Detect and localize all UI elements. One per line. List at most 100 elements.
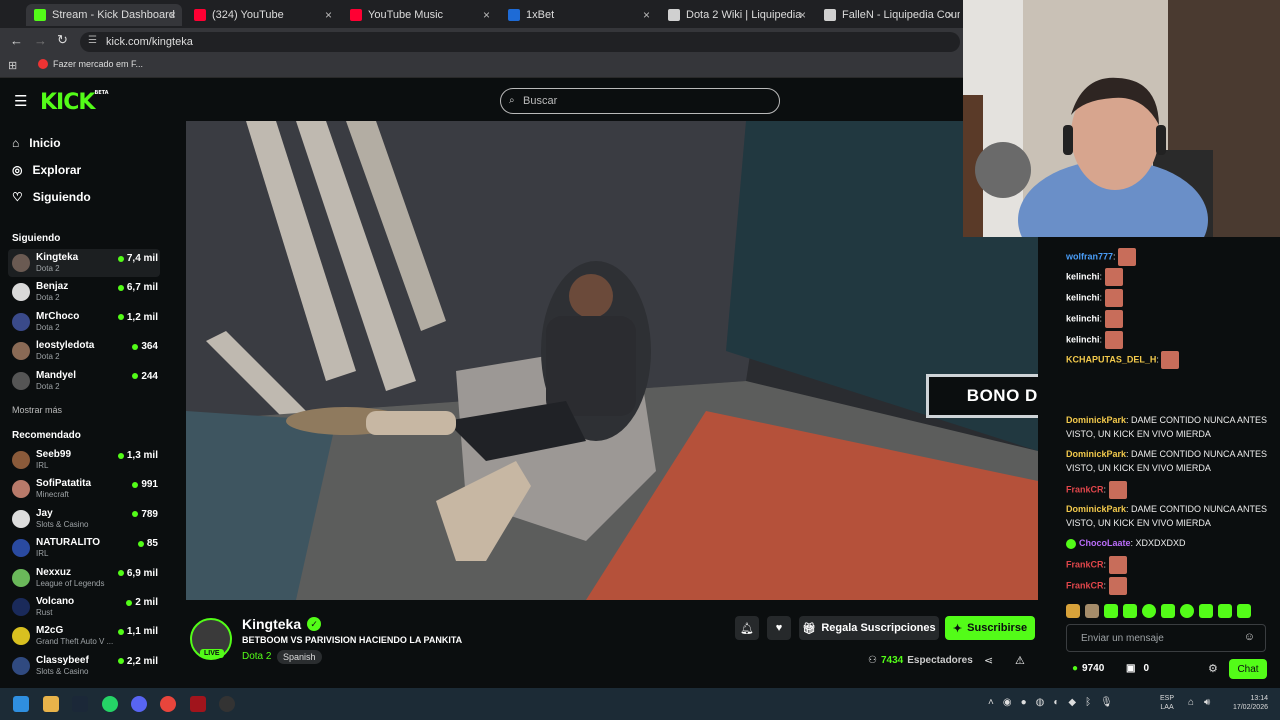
chat-username[interactable]: kelinchi bbox=[1066, 334, 1100, 344]
emote-icon[interactable] bbox=[1237, 604, 1251, 618]
close-tab-icon[interactable]: × bbox=[643, 8, 650, 22]
sidebar-channel-item[interactable]: leostyledota Dota 2 364 bbox=[8, 337, 160, 365]
steam-icon[interactable] bbox=[72, 696, 88, 712]
chat-username[interactable]: ChocoLaate bbox=[1079, 538, 1131, 548]
site-info-icon[interactable]: ☰ bbox=[88, 35, 97, 46]
sidebar-channel-item[interactable]: Mandyel Dota 2 244 bbox=[8, 367, 160, 395]
mic-icon[interactable]: 🎙︎ bbox=[1100, 697, 1113, 708]
chat-send-button[interactable]: Chat bbox=[1229, 659, 1267, 679]
chat-username[interactable]: kelinchi bbox=[1066, 271, 1100, 281]
gift-subs-button[interactable]: 🎁︎ Regala Suscripciones bbox=[799, 616, 939, 640]
clock[interactable]: 13:14 17/02/2026 bbox=[1218, 694, 1268, 712]
emoji-icon[interactable]: ☺ bbox=[1244, 631, 1255, 643]
menu-icon[interactable]: ☰ bbox=[14, 92, 27, 110]
bell-icon[interactable]: 🔔︎ bbox=[735, 616, 759, 640]
share-icon[interactable]: ⋖ bbox=[984, 654, 993, 667]
apps-grid-icon[interactable]: ⊞ bbox=[8, 59, 17, 72]
chat-input[interactable]: Enviar un mensaje ☺ bbox=[1066, 624, 1266, 652]
browser-tab[interactable]: FalleN - Liquipedia Counter-Str× bbox=[816, 4, 960, 26]
close-tab-icon[interactable]: × bbox=[483, 8, 490, 22]
viewer-number: 1,1 mil bbox=[126, 626, 158, 638]
dota2-icon[interactable] bbox=[190, 696, 206, 712]
chat-username[interactable]: KCHAPUTAS_DEL_H bbox=[1066, 354, 1156, 364]
sidebar-channel-item[interactable]: Nexxuz League of Legends 6,9 mil bbox=[8, 564, 160, 592]
browser-tab[interactable]: Stream - Kick Dashboard × bbox=[26, 4, 182, 26]
nav-home[interactable]: ⌂ Inicio bbox=[12, 136, 61, 150]
sidebar-channel-item[interactable]: NATURALITO IRL 85 bbox=[8, 534, 160, 562]
close-tab-icon[interactable]: × bbox=[799, 8, 806, 22]
chat-message: kelinchi: bbox=[1066, 331, 1270, 349]
obs-icon[interactable] bbox=[219, 696, 235, 712]
chat-username[interactable]: DominickPark bbox=[1066, 504, 1126, 514]
browser-tab[interactable]: Dota 2 Wiki | Liquipedia × bbox=[660, 4, 812, 26]
sidebar-channel-item[interactable]: MrChoco Dota 2 1,2 mil bbox=[8, 308, 160, 336]
tray-app-icon[interactable]: ◍ bbox=[1036, 697, 1045, 708]
sidebar-channel-item[interactable]: Kingteka Dota 2 7,4 mil bbox=[8, 249, 160, 277]
sidebar-channel-item[interactable]: Volcano Rust 2 mil bbox=[8, 593, 160, 621]
emote-icon[interactable] bbox=[1218, 604, 1232, 618]
tray-app-icon[interactable]: ◉ bbox=[1003, 697, 1012, 708]
chat-username[interactable]: FrankCR bbox=[1066, 559, 1104, 569]
sidebar-channel-item[interactable]: Jay Slots & Casino 789 bbox=[8, 505, 160, 533]
close-tab-icon[interactable]: × bbox=[169, 8, 176, 22]
back-icon[interactable]: ← bbox=[10, 33, 23, 48]
gift-counter[interactable]: ▣ 0 bbox=[1126, 663, 1149, 674]
chat-username[interactable]: DominickPark bbox=[1066, 449, 1126, 459]
whatsapp-icon[interactable] bbox=[102, 696, 118, 712]
browser-tab[interactable]: (324) YouTube × bbox=[186, 4, 338, 26]
chat-username[interactable]: FrankCR bbox=[1066, 580, 1104, 590]
sidebar-channel-item[interactable]: SofiPatatita Minecraft 991 bbox=[8, 475, 160, 503]
sidebar-channel-item[interactable]: Benjaz Dota 2 6,7 mil bbox=[8, 278, 160, 306]
file-explorer-icon[interactable] bbox=[43, 696, 59, 712]
emote-icon[interactable] bbox=[1123, 604, 1137, 618]
follow-heart-button[interactable]: ♥ bbox=[767, 616, 791, 640]
reload-icon[interactable]: ↻ bbox=[57, 32, 68, 48]
sidebar-channel-item[interactable]: M2cG Grand Theft Auto V ... 1,1 mil bbox=[8, 622, 160, 650]
emote-icon[interactable] bbox=[1085, 604, 1099, 618]
language-tag[interactable]: Spanish bbox=[277, 650, 322, 664]
bookmark-item[interactable]: Fazer mercado em F... bbox=[38, 59, 143, 69]
subscribe-button[interactable]: ✦ Suscribirse bbox=[945, 616, 1035, 640]
forward-icon[interactable]: → bbox=[34, 33, 47, 48]
kick-logo[interactable]: KICKBETA bbox=[40, 90, 109, 115]
emote-icon[interactable] bbox=[1066, 604, 1080, 618]
search-input[interactable]: ⌕ Buscar bbox=[500, 88, 780, 114]
emote-icon[interactable] bbox=[1199, 604, 1213, 618]
channel-points[interactable]: ● 9740 bbox=[1072, 663, 1104, 674]
report-icon[interactable]: ⚠ bbox=[1015, 654, 1025, 667]
tray-chevron-icon[interactable]: ˄ bbox=[988, 697, 994, 708]
chat-username[interactable]: kelinchi bbox=[1066, 313, 1100, 323]
emote-icon[interactable] bbox=[1161, 604, 1175, 618]
chat-settings-icon[interactable]: ⚙ bbox=[1208, 662, 1218, 675]
emote-icon[interactable] bbox=[1142, 604, 1156, 618]
emote-icon[interactable] bbox=[1180, 604, 1194, 618]
volume-icon[interactable]: 🔊︎ bbox=[1204, 697, 1210, 708]
sidebar-channel-item[interactable]: Seeb99 IRL 1,3 mil bbox=[8, 446, 160, 474]
nav-following[interactable]: ♡ Siguiendo bbox=[12, 190, 91, 204]
windows-start-icon[interactable] bbox=[13, 696, 29, 712]
close-tab-icon[interactable]: × bbox=[947, 8, 954, 22]
browser-tab[interactable]: 1xBet × bbox=[500, 4, 656, 26]
stream-category[interactable]: Dota 2 bbox=[242, 651, 271, 662]
sidebar-channel-item[interactable]: Classybeef Slots & Casino 2,2 mil bbox=[8, 652, 160, 680]
discord-icon[interactable] bbox=[131, 696, 147, 712]
tray-steam-icon[interactable]: ◐ bbox=[1053, 697, 1059, 708]
network-icon[interactable]: ⌂ bbox=[1188, 697, 1194, 708]
channel-name[interactable]: Kingteka bbox=[242, 616, 301, 632]
chat-username[interactable]: DominickPark bbox=[1066, 415, 1126, 425]
close-tab-icon[interactable]: × bbox=[325, 8, 332, 22]
chat-username[interactable]: kelinchi bbox=[1066, 292, 1100, 302]
language-indicator[interactable]: ESP LAA bbox=[1160, 694, 1174, 712]
bluetooth-icon[interactable]: ᛒ bbox=[1085, 697, 1091, 708]
chrome-icon[interactable] bbox=[160, 696, 176, 712]
browser-tab[interactable]: YouTube Music × bbox=[342, 4, 496, 26]
emote-icon[interactable] bbox=[1104, 604, 1118, 618]
address-bar[interactable]: ☰ kick.com/kingteka bbox=[80, 32, 960, 52]
chat-username[interactable]: wolfran777 bbox=[1066, 251, 1113, 261]
show-more-link[interactable]: Mostrar más bbox=[12, 405, 62, 415]
chat-username[interactable]: FrankCR bbox=[1066, 484, 1104, 494]
nav-explore[interactable]: ◎ Explorar bbox=[12, 163, 81, 177]
tray-app-icon[interactable]: ● bbox=[1021, 697, 1027, 708]
tray-app-icon[interactable]: ◆ bbox=[1068, 697, 1076, 708]
video-player[interactable] bbox=[186, 121, 1038, 600]
